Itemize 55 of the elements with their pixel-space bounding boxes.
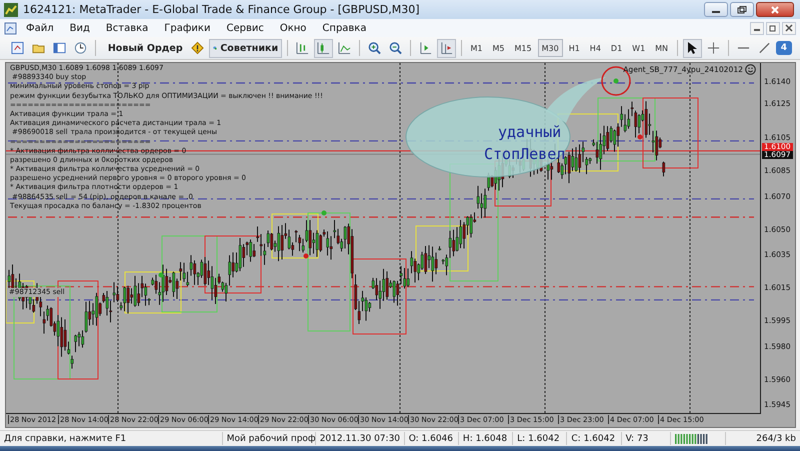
range-box <box>598 98 656 162</box>
status-open: O: 1.6046 <box>404 432 459 445</box>
restore-button[interactable] <box>766 22 780 34</box>
menu-item[interactable]: Файл <box>19 22 61 34</box>
timeframe-button[interactable]: M5 <box>488 39 508 57</box>
status-low: L: 1.6042 <box>513 432 568 445</box>
timeframe-button[interactable]: M15 <box>510 39 536 57</box>
range-box <box>642 98 698 168</box>
status-time: 2012.11.30 07:30 <box>316 432 405 445</box>
experts-button[interactable]: Советники <box>209 38 282 58</box>
close-icon <box>770 6 780 14</box>
status-close: C: 1.6042 <box>567 432 622 445</box>
status-help-text: Для справки, нажмите F1 <box>0 432 223 445</box>
smiley-icon <box>745 64 756 75</box>
restore-icon <box>769 24 777 32</box>
menu-item[interactable]: Графики <box>157 22 218 34</box>
cursor-icon[interactable] <box>682 38 702 58</box>
timeframe-button[interactable]: W1 <box>628 39 650 57</box>
restore-icon <box>737 6 747 14</box>
timeframe-button[interactable]: H4 <box>586 39 605 57</box>
menu-item[interactable]: Сервис <box>219 22 271 34</box>
close-icon <box>785 24 793 32</box>
menu-item[interactable]: Окно <box>272 22 314 34</box>
timeframe-button[interactable]: H1 <box>564 39 584 57</box>
menu-item[interactable]: Вставка <box>98 22 156 34</box>
timeframe-button[interactable]: M1 <box>466 39 486 57</box>
minimize-button[interactable] <box>750 22 764 34</box>
timeframe-button[interactable]: M30 <box>538 39 563 57</box>
minimize-button[interactable] <box>704 2 728 17</box>
chart-shift-icon[interactable] <box>436 38 456 58</box>
connection-icon <box>675 434 710 444</box>
order-marker <box>322 210 326 216</box>
callout-text: СтопЛевел <box>484 144 566 165</box>
menu-item[interactable]: Вид <box>62 22 97 34</box>
candlestick-icon[interactable] <box>314 38 333 58</box>
status-volume: V: 73 <box>622 432 672 445</box>
timeframe-button[interactable]: D1 <box>606 39 626 57</box>
status-high: H: 1.6048 <box>458 432 514 445</box>
status-traffic: 264/3 kb <box>755 432 797 445</box>
status-profile: Мой рабочий проф <box>222 432 316 445</box>
menu-item[interactable]: Справка <box>315 22 374 34</box>
callout-text: удачный <box>498 122 562 143</box>
order-marker <box>158 272 164 278</box>
range-box <box>204 236 262 294</box>
document-icon <box>4 22 17 34</box>
close-button[interactable] <box>756 2 794 17</box>
new-order-button[interactable]: Новый Ордер <box>100 38 186 58</box>
app-icon <box>4 2 18 16</box>
order-marker <box>614 78 618 84</box>
order-marker <box>304 254 308 258</box>
timeframe-button[interactable]: MN <box>651 39 672 57</box>
restore-button[interactable] <box>730 2 754 17</box>
notification-badge[interactable]: 4 <box>776 41 792 55</box>
window-title: 1624121: MetaTrader - E-Global Trade & Finance Group - [GBPUSD,M30] <box>23 3 420 16</box>
order-marker <box>638 134 642 140</box>
